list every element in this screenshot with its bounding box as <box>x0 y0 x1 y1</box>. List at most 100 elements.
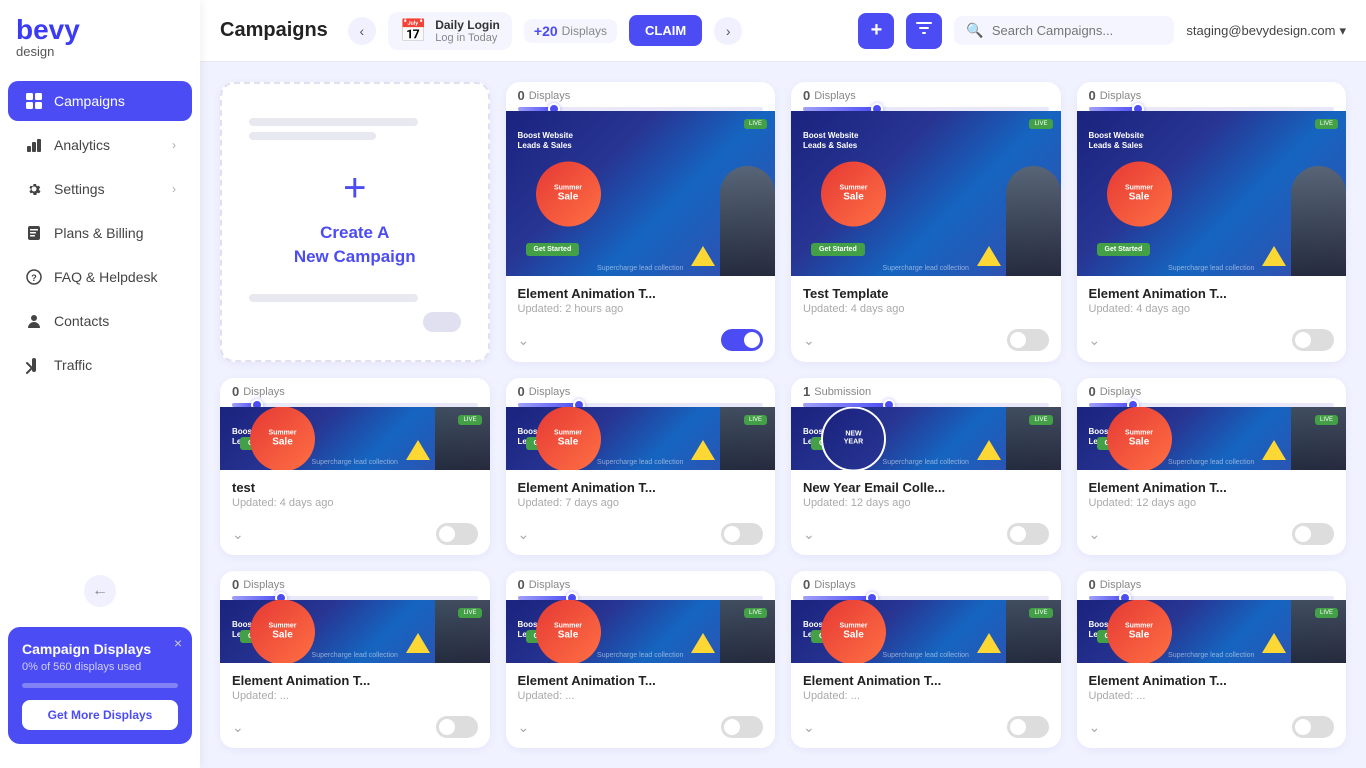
card-meta: Test Template Updated: 4 days ago <box>791 276 1061 325</box>
card-expand-chevron-icon[interactable]: ⌄ <box>1089 526 1101 543</box>
card-expand-chevron-icon[interactable]: ⌄ <box>518 332 530 349</box>
preview-supercharge-text: Supercharge lead collection <box>312 459 398 466</box>
campaign-card[interactable]: 0Displays Boost WebsiteLeads & Sales Sum… <box>506 571 776 748</box>
preview-sale-badge: SummerSale <box>536 407 601 470</box>
card-expand-chevron-icon[interactable]: ⌄ <box>1089 719 1101 736</box>
sidebar-item-analytics[interactable]: Analytics › <box>8 125 192 165</box>
campaign-card[interactable]: 0Displays Boost WebsiteLeads & Sales Sum… <box>791 82 1061 362</box>
card-preview: Boost WebsiteLeads & Sales NEWYEAR Get S… <box>791 407 1061 470</box>
campaign-card[interactable]: 0Displays Boost WebsiteLeads & Sales Sum… <box>506 82 776 362</box>
displays-count: +20 <box>534 23 558 39</box>
campaign-card[interactable]: 0Displays Boost WebsiteLeads & Sales Sum… <box>1077 378 1347 555</box>
displays-count: 1 <box>803 384 810 399</box>
card-preview: Boost WebsiteLeads & Sales SummerSale Ge… <box>506 407 776 470</box>
sidebar-item-faq[interactable]: ? FAQ & Helpdesk <box>8 257 192 297</box>
daily-login-box[interactable]: 📅 Daily Login Log in Today <box>388 12 512 50</box>
card-expand-chevron-icon[interactable]: ⌄ <box>803 719 815 736</box>
search-input[interactable] <box>992 23 1163 38</box>
card-title: Element Animation T... <box>232 673 478 688</box>
sidebar-item-traffic[interactable]: Traffic <box>8 345 192 385</box>
question-icon: ? <box>24 267 44 287</box>
card-updated: Updated: ... <box>1089 690 1335 702</box>
campaign-toggle[interactable] <box>1007 523 1049 545</box>
card-meta: Element Animation T... Updated: ... <box>506 663 776 712</box>
filter-icon <box>915 19 933 42</box>
campaign-toggle[interactable] <box>1292 329 1334 351</box>
preview-sale-badge: SummerSale <box>1107 407 1172 470</box>
topbar: Campaigns ‹ 📅 Daily Login Log in Today +… <box>200 0 1366 62</box>
next-button[interactable]: › <box>714 17 742 45</box>
close-icon[interactable]: × <box>174 635 182 651</box>
campaign-toggle[interactable] <box>721 329 763 351</box>
campaign-card[interactable]: 0Displays Boost WebsiteLeads & Sales Sum… <box>220 378 490 555</box>
card-expand-chevron-icon[interactable]: ⌄ <box>232 719 244 736</box>
campaign-card[interactable]: 0Displays Boost WebsiteLeads & Sales Sum… <box>506 378 776 555</box>
campaign-displays-card: × Campaign Displays 0% of 560 displays u… <box>8 627 192 744</box>
create-campaign-card[interactable]: + Create A New Campaign <box>220 82 490 362</box>
campaign-toggle[interactable] <box>721 716 763 738</box>
sidebar-item-campaigns[interactable]: Campaigns <box>8 81 192 121</box>
card-preview: Boost WebsiteLeads & Sales SummerSale Ge… <box>1077 407 1347 470</box>
campaign-toggle[interactable] <box>436 523 478 545</box>
card-expand-chevron-icon[interactable]: ⌄ <box>803 526 815 543</box>
prev-button[interactable]: ‹ <box>348 17 376 45</box>
preview-sale-badge: SummerSale <box>821 161 886 226</box>
displays-label: Displays <box>562 24 607 38</box>
displays-count: 0 <box>1089 88 1096 103</box>
campaign-toggle[interactable] <box>1007 716 1049 738</box>
card-expand-chevron-icon[interactable]: ⌄ <box>232 526 244 543</box>
card-preview: Boost WebsiteLeads & Sales SummerSale Ge… <box>506 111 776 276</box>
campaign-toggle[interactable] <box>1292 716 1334 738</box>
card-updated: Updated: 4 days ago <box>803 303 1049 315</box>
card-updated: Updated: ... <box>518 690 764 702</box>
card-preview: Boost WebsiteLeads & Sales SummerSale Ge… <box>220 407 490 470</box>
user-email[interactable]: staging@bevydesign.com ▾ <box>1186 23 1346 39</box>
toggle-thumb <box>439 526 455 542</box>
create-card-decoration <box>249 102 461 156</box>
get-more-displays-button[interactable]: Get More Displays <box>22 700 178 730</box>
campaign-card[interactable]: 0Displays Boost WebsiteLeads & Sales Sum… <box>1077 82 1347 362</box>
toggle-thumb <box>1295 526 1311 542</box>
campaign-toggle[interactable] <box>721 523 763 545</box>
card-expand-chevron-icon[interactable]: ⌄ <box>518 526 530 543</box>
displays-row: 0Displays <box>1077 82 1347 103</box>
sidebar-item-settings[interactable]: Settings › <box>8 169 192 209</box>
campaign-toggle[interactable] <box>1292 523 1334 545</box>
sidebar-item-plans-billing[interactable]: Plans & Billing <box>8 213 192 253</box>
progress-bar <box>22 683 178 688</box>
card-expand-chevron-icon[interactable]: ⌄ <box>1089 332 1101 349</box>
claim-button[interactable]: CLAIM <box>629 15 702 46</box>
card-preview: Boost WebsiteLeads & Sales SummerSale Ge… <box>506 600 776 663</box>
displays-label: Displays <box>814 579 856 591</box>
card-title: test <box>232 480 478 495</box>
sidebar-collapse-button[interactable]: ← <box>84 575 116 607</box>
campaign-card[interactable]: 0Displays Boost WebsiteLeads & Sales Sum… <box>220 571 490 748</box>
card-bottom: ⌄ <box>220 712 490 748</box>
preview-sale-badge: SummerSale <box>250 407 315 470</box>
campaign-card[interactable]: 0Displays Boost WebsiteLeads & Sales Sum… <box>1077 571 1347 748</box>
card-preview: Boost WebsiteLeads & Sales SummerSale Ge… <box>1077 600 1347 663</box>
campaign-toggle[interactable] <box>436 716 478 738</box>
card-meta: Element Animation T... Updated: 7 days a… <box>506 470 776 519</box>
sidebar-faq-label: FAQ & Helpdesk <box>54 269 176 285</box>
preview-supercharge-text: Supercharge lead collection <box>883 652 969 659</box>
card-bottom: ⌄ <box>506 325 776 361</box>
sidebar: bevy design Campaigns Analytics › <box>0 0 200 768</box>
campaign-toggle[interactable] <box>1007 329 1049 351</box>
search-box: 🔍 <box>954 16 1174 45</box>
campaign-card[interactable]: 0Displays Boost WebsiteLeads & Sales Sum… <box>791 571 1061 748</box>
add-campaign-button[interactable]: + <box>858 13 894 49</box>
card-expand-chevron-icon[interactable]: ⌄ <box>803 332 815 349</box>
user-email-text: staging@bevydesign.com <box>1186 23 1335 38</box>
card-expand-chevron-icon[interactable]: ⌄ <box>518 719 530 736</box>
create-campaign-label: Create A New Campaign <box>294 221 416 269</box>
displays-row: 0Displays <box>1077 571 1347 592</box>
campaign-card[interactable]: 1Submission Boost WebsiteLeads & Sales N… <box>791 378 1061 555</box>
displays-label: Displays <box>529 90 571 102</box>
card-title: Element Animation T... <box>518 480 764 495</box>
toggle-thumb <box>1295 332 1311 348</box>
filter-button[interactable] <box>906 13 942 49</box>
displays-count: 0 <box>803 88 810 103</box>
preview-supercharge-text: Supercharge lead collection <box>883 459 969 466</box>
sidebar-item-contacts[interactable]: Contacts <box>8 301 192 341</box>
